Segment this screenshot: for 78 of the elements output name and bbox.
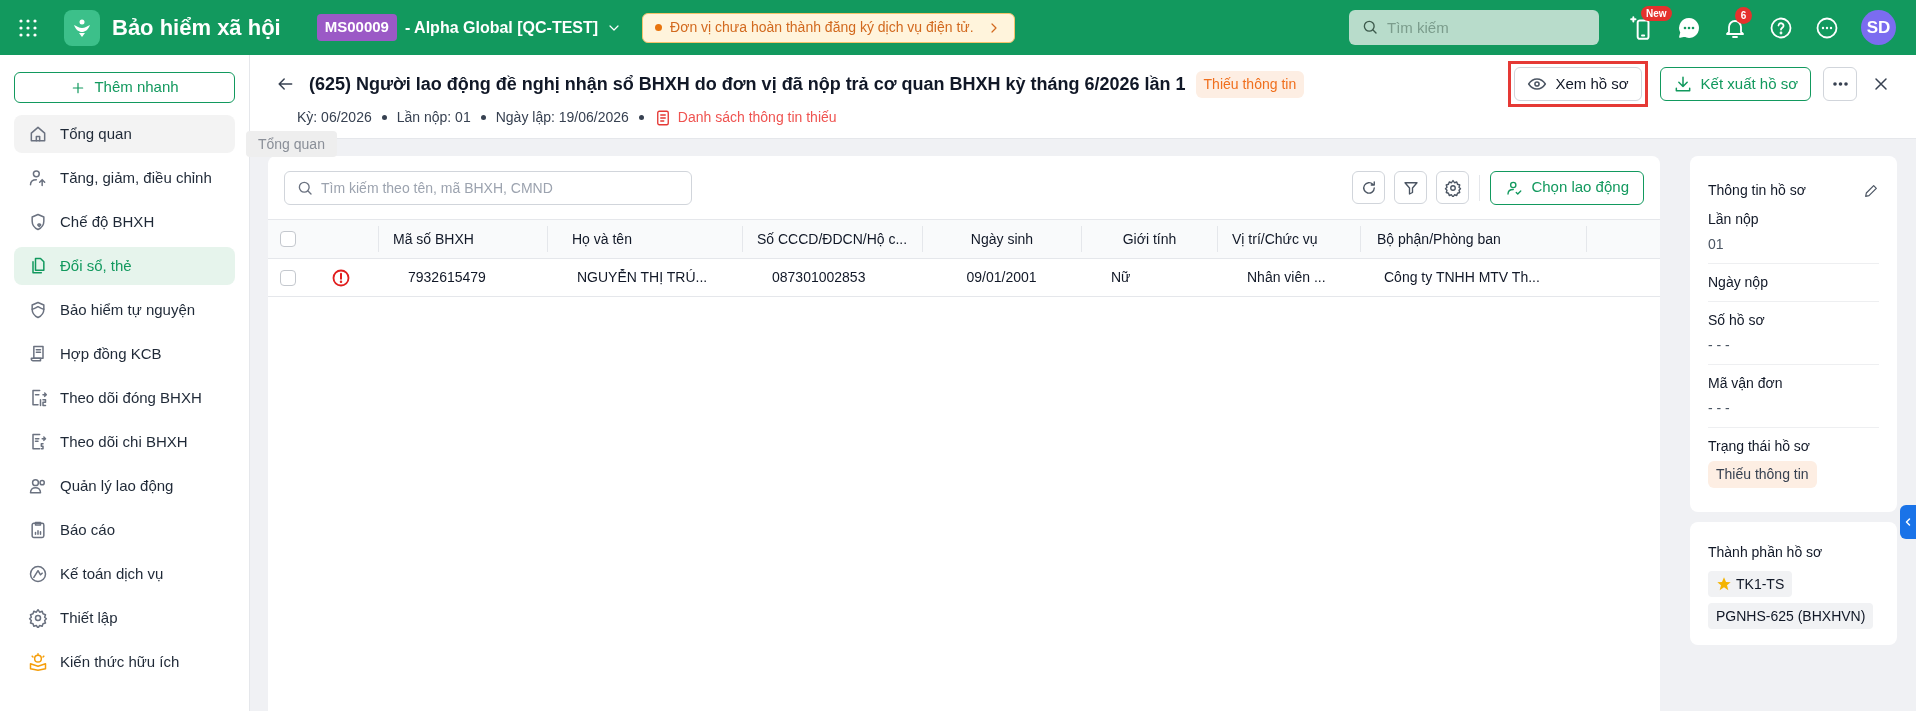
select-all-checkbox[interactable]	[280, 231, 296, 247]
bullet-icon	[381, 115, 387, 120]
circle-peak-icon	[28, 564, 48, 584]
gear-icon	[28, 608, 48, 628]
select-worker-button[interactable]: Chọn lao động	[1490, 170, 1644, 205]
sidebar-item[interactable]: Tổng quan	[14, 115, 235, 153]
table-cell-text: NGUYỄN THỊ TRÚ...	[577, 268, 708, 287]
component-tag: PGNHS-625 (BHXHVN)	[1708, 603, 1874, 629]
notification-count: 6	[1735, 6, 1752, 24]
table-cell-text: Nhân viên ...	[1247, 268, 1326, 287]
status-badge: Thiếu thông tin	[1708, 461, 1817, 488]
clipboard-chart-icon	[28, 520, 48, 540]
chat-icon	[1677, 15, 1701, 40]
pencil-icon	[1863, 182, 1879, 199]
bullet-icon	[638, 115, 644, 120]
table-cell-text: Công ty TNHH MTV Th...	[1384, 268, 1540, 287]
card-title: Thông tin hồ sơ	[1708, 181, 1806, 200]
app-title: Bảo hiểm xã hội	[112, 14, 281, 42]
person-arrow-icon	[28, 168, 48, 188]
org-selector[interactable]: - Alpha Global [QC-TEST]	[404, 15, 623, 40]
settings-icon	[1443, 178, 1462, 197]
field-label: Ngày nộp	[1708, 273, 1769, 292]
lightbulb-book-icon	[28, 652, 48, 672]
meta-text: Ngày lập: 19/06/2026	[495, 108, 629, 127]
field-label: Trạng thái hồ sơ	[1708, 437, 1812, 456]
collapse-tab[interactable]	[1900, 505, 1916, 539]
column-header: Số CCCD/ĐDCN/Hộ c...	[757, 229, 908, 249]
export-button[interactable]: Kết xuất hồ sơ	[1659, 67, 1811, 101]
meta-text: Lần nộp: 01	[396, 108, 471, 127]
home-icon	[28, 124, 48, 144]
table-cell-text: Nữ	[1111, 268, 1131, 287]
component-tag: TK1-TS	[1708, 571, 1793, 597]
card-title: Thành phần hồ sơ	[1708, 543, 1823, 562]
column-header: Họ và tên	[572, 229, 632, 249]
field-label: Mã vận đơn	[1708, 374, 1784, 393]
user-avatar[interactable]: SD	[1861, 10, 1896, 45]
view-file-button[interactable]: Xem hồ sơ	[1514, 67, 1642, 101]
field-label: Lần nộp	[1708, 210, 1760, 229]
edit-button[interactable]	[1863, 182, 1879, 199]
filter-button[interactable]	[1394, 171, 1428, 204]
table-cell-text: 087301002853	[772, 268, 866, 287]
meta-text: Kỳ: 06/2026	[297, 108, 372, 127]
field-label: Số hồ sơ	[1708, 311, 1766, 330]
field-value: - - -	[1708, 399, 1731, 418]
column-header: Vị trí/Chức vụ	[1232, 229, 1318, 249]
people-icon	[28, 476, 48, 496]
dot-icon	[655, 24, 663, 31]
shield-heart-icon	[28, 212, 48, 232]
quick-add-button[interactable]: Thêm nhanh	[14, 72, 235, 103]
column-header: Ngày sinh	[970, 229, 1034, 249]
more-button[interactable]	[1823, 67, 1857, 101]
search-icon	[1361, 18, 1379, 36]
search-field[interactable]: Tìm kiếm	[1349, 10, 1599, 45]
column-header: Giới tính	[1122, 229, 1177, 249]
page-title: (625) Người lao động đề nghị nhận sổ BHXH do đơn vị đã nộp trả cơ quan BHXH kỳ tháng 6/2026 lần 1	[309, 72, 1186, 96]
settings-button[interactable]	[1436, 171, 1470, 204]
help-icon	[1769, 15, 1793, 40]
app-logo-icon	[64, 9, 100, 46]
warning-icon	[331, 267, 351, 288]
field-value: - - -	[1708, 336, 1731, 355]
star-icon	[1716, 576, 1732, 592]
table-search-field[interactable]: Tìm kiếm theo tên, mã BHXH, CMND	[284, 170, 692, 205]
row-checkbox[interactable]	[280, 269, 296, 286]
org-code-badge: MS00009	[316, 14, 397, 41]
tooltip: Tổng quan	[246, 131, 337, 157]
column-header: Mã số BHXH	[393, 229, 474, 249]
shield-icon	[28, 300, 48, 320]
status-badge: Thiếu thông tin	[1195, 70, 1305, 98]
table-cell-text: 7932615479	[408, 268, 486, 287]
column-header: Bộ phận/Phòng ban	[1377, 229, 1501, 249]
bullet-icon	[480, 115, 486, 120]
more-icon	[1832, 82, 1848, 86]
table-cell-text: 09/01/2001	[966, 268, 1037, 287]
new-badge: New	[1641, 5, 1672, 21]
more-icon	[1815, 15, 1839, 40]
missing-info-link[interactable]: Danh sách thông tin thiếu	[653, 107, 837, 128]
refresh-button[interactable]	[1352, 171, 1386, 204]
field-value: 01	[1708, 235, 1725, 254]
